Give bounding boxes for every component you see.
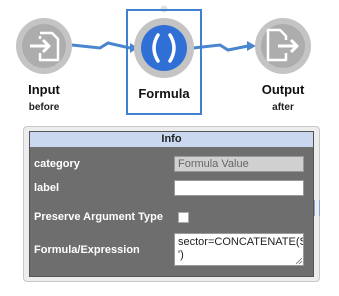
preserve-argument-type-checkbox[interactable] — [178, 212, 189, 223]
input-node[interactable] — [16, 18, 72, 74]
info-panel-body: Info category Formula Value label Preser… — [29, 131, 320, 277]
label-label: label — [34, 182, 60, 194]
resize-grip-icon[interactable] — [296, 258, 302, 264]
output-node-label: Output — [261, 82, 305, 97]
connector-formula-output — [192, 41, 256, 52]
formula-expression-textarea[interactable]: sector=CONCATENATE(Sector,', ') — [174, 233, 304, 266]
category-field: Formula Value — [174, 156, 304, 172]
input-node-sublabel: before — [28, 102, 60, 113]
flow-canvas: Input before Formula Output after — [0, 0, 339, 122]
output-node[interactable] — [255, 18, 311, 74]
output-node-sublabel: after — [272, 102, 294, 113]
formula-node-label: Formula — [138, 86, 190, 101]
input-node-label: Input — [28, 82, 60, 97]
info-panel-title: Info — [30, 132, 313, 147]
formula-expression-label: Formula/Expression — [34, 244, 140, 256]
formula-expression-text: sector=CONCATENATE(Sector,', ') — [178, 236, 303, 261]
category-label: category — [34, 158, 80, 170]
label-input[interactable] — [174, 180, 304, 196]
info-panel: Info category Formula Value label Preser… — [23, 126, 320, 282]
panel-scrollbar[interactable] — [314, 200, 320, 216]
preserve-argument-type-label: Preserve Argument Type — [34, 211, 163, 223]
